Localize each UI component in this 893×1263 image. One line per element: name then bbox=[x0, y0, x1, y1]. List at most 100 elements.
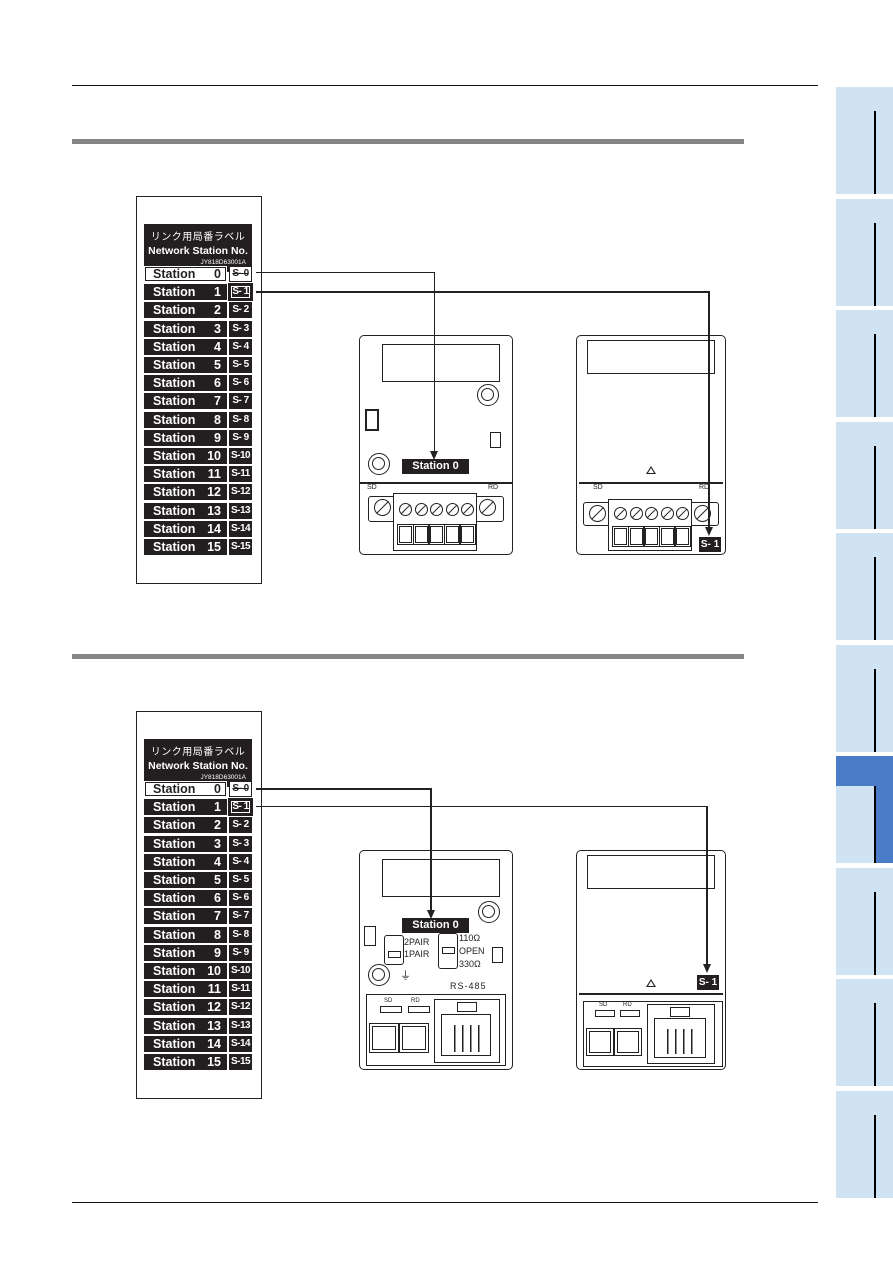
station-number: 15 bbox=[207, 540, 221, 554]
station-word: Station bbox=[153, 1036, 196, 1051]
chapter-tab-7[interactable] bbox=[836, 756, 893, 863]
station-label: Station 10 bbox=[144, 448, 227, 464]
station-label: Station 4 bbox=[144, 853, 227, 870]
station-number: 1 bbox=[214, 800, 221, 815]
tab-slot bbox=[490, 432, 501, 448]
station-number: 6 bbox=[214, 376, 221, 391]
station-short-label: S- 8 bbox=[229, 411, 252, 428]
station-word: Station bbox=[153, 503, 196, 518]
leader-line bbox=[708, 291, 710, 529]
station-device-front: Station 0 SD RD bbox=[359, 335, 513, 555]
tab-marker bbox=[874, 1114, 876, 1198]
station-label-row: Station 5 S- 5 bbox=[144, 357, 252, 373]
sd-label: SD bbox=[367, 484, 377, 491]
station-label-row: Station 7 S- 7 bbox=[144, 393, 252, 410]
rs485-device-cover: S- 1 SD RD bbox=[576, 850, 726, 1070]
station-label: Station 2 bbox=[144, 302, 227, 319]
switch-option-open: OPEN bbox=[459, 946, 485, 956]
chapter-tab-9[interactable] bbox=[836, 979, 893, 1086]
station-label: Station 14 bbox=[144, 520, 227, 537]
terminal-slot bbox=[586, 1028, 614, 1056]
station-number: 3 bbox=[214, 836, 221, 851]
station-number: 4 bbox=[214, 339, 221, 354]
triangle-mark-icon bbox=[646, 466, 656, 474]
station-word: Station bbox=[153, 485, 196, 500]
triangle-mark-icon bbox=[646, 979, 656, 987]
footer-rule bbox=[72, 1202, 818, 1203]
station-short-label: S- 5 bbox=[229, 357, 252, 373]
station-label: Station 0 bbox=[144, 781, 227, 797]
station-word: Station bbox=[153, 1055, 196, 1069]
chapter-tab-4[interactable] bbox=[836, 421, 893, 529]
label-sheet-title-jp: リンク用局番ラベル bbox=[150, 232, 246, 243]
station-word: Station bbox=[153, 1000, 196, 1015]
rj45-port[interactable] bbox=[647, 1004, 715, 1064]
station-short-label: S- 0 bbox=[229, 781, 252, 797]
station-number: 13 bbox=[207, 1018, 221, 1033]
station-label: Station 11 bbox=[144, 981, 227, 998]
mounting-hole bbox=[478, 901, 500, 923]
wire-slot bbox=[674, 526, 691, 547]
chapter-tab-2[interactable] bbox=[836, 198, 893, 306]
screw-icon bbox=[676, 507, 689, 520]
station-short-label: S- 9 bbox=[229, 429, 252, 446]
wire-slot bbox=[612, 526, 629, 547]
chapter-tab-8[interactable] bbox=[836, 867, 893, 975]
station-label: Station 6 bbox=[144, 890, 227, 907]
leader-line bbox=[256, 272, 435, 273]
station-short-label: S-12 bbox=[229, 999, 252, 1016]
station-label-row: Station 14 S-14 bbox=[144, 520, 252, 537]
station-short-label: S- 2 bbox=[229, 302, 252, 319]
section-1-bar bbox=[72, 139, 744, 144]
chapter-tab-10[interactable] bbox=[836, 1090, 893, 1198]
arrow-down-icon bbox=[430, 451, 438, 460]
arrow-down-icon bbox=[427, 910, 435, 919]
station-label-row: Station 9 S- 9 bbox=[144, 944, 252, 961]
station-number: 0 bbox=[214, 267, 221, 281]
station-label-row: Station 7 S- 7 bbox=[144, 908, 252, 925]
station-label-row: Station 0 S- 0 bbox=[144, 266, 252, 282]
wire-slot bbox=[397, 524, 414, 545]
pair-switch[interactable] bbox=[384, 935, 404, 965]
station-number: 4 bbox=[214, 854, 221, 869]
station-number-badge: Station 0 bbox=[402, 918, 469, 933]
station-short-label: S- 1 bbox=[229, 799, 252, 816]
switch-option-1pair: 1PAIR bbox=[404, 949, 430, 959]
chapter-tab-5[interactable] bbox=[836, 533, 893, 640]
station-label-row: Station 14 S-14 bbox=[144, 1035, 252, 1052]
station-label: Station 7 bbox=[144, 908, 227, 925]
station-label: Station 6 bbox=[144, 375, 227, 392]
station-short-label: S- 0 bbox=[229, 266, 252, 282]
station-number-badge: Station 0 bbox=[402, 459, 469, 474]
chapter-tab-1[interactable] bbox=[836, 87, 893, 194]
terminal-slot bbox=[399, 1023, 429, 1053]
station-word: Station bbox=[153, 412, 196, 427]
station-number: 8 bbox=[214, 927, 221, 942]
station-label: Station 8 bbox=[144, 411, 227, 428]
tab-slot bbox=[364, 926, 376, 946]
rs485-label: RS-485 bbox=[450, 981, 487, 991]
chapter-tab-3[interactable] bbox=[836, 310, 893, 417]
screw-icon bbox=[589, 505, 606, 522]
station-short-badge: S- 1 bbox=[699, 537, 721, 552]
station-label-row: Station 5 S- 5 bbox=[144, 872, 252, 888]
station-number: 2 bbox=[214, 818, 221, 833]
switch-option-330-ohm: 330Ω bbox=[459, 959, 481, 969]
station-short-badge: S- 1 bbox=[697, 975, 719, 990]
label-sheet-title-jp: リンク用局番ラベル bbox=[150, 747, 246, 758]
rd-led bbox=[620, 1010, 640, 1017]
station-word: Station bbox=[153, 467, 196, 482]
station-label-row: Station 10 S-10 bbox=[144, 963, 252, 979]
tab-marker bbox=[874, 445, 876, 529]
station-number: 0 bbox=[214, 782, 221, 796]
wire-slot bbox=[428, 524, 445, 545]
station-label-row: Station 4 S- 4 bbox=[144, 338, 252, 355]
station-word: Station bbox=[153, 1018, 196, 1033]
station-label-row: Station 2 S- 2 bbox=[144, 817, 252, 834]
termination-switch[interactable] bbox=[438, 933, 458, 969]
rj45-port[interactable] bbox=[434, 999, 500, 1063]
station-label-row: Station 3 S- 3 bbox=[144, 320, 252, 337]
station-short-label: S-11 bbox=[229, 466, 252, 483]
chapter-tab-6[interactable] bbox=[836, 644, 893, 752]
station-word: Station bbox=[153, 964, 196, 978]
